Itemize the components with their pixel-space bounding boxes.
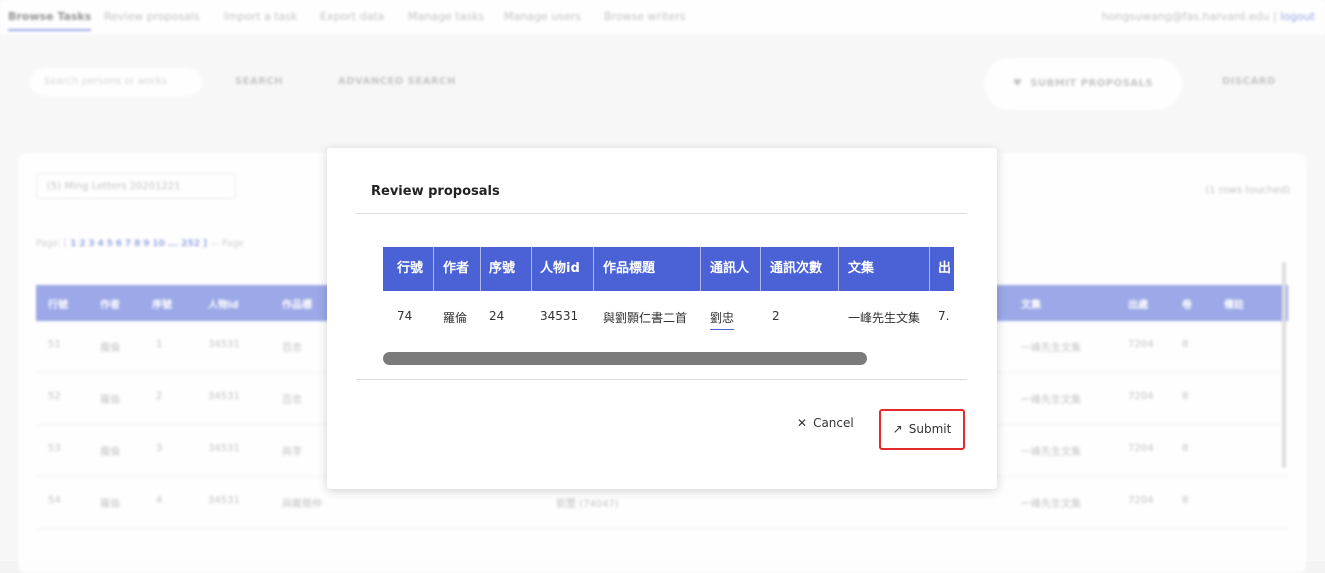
proposals-table: 行號 作者 序號 人物id 作品標題 通訊人 通訊次數 文集 出 74 羅倫 2… — [383, 247, 954, 368]
column-header: 人物id — [540, 261, 580, 276]
horizontal-scrollbar[interactable] — [383, 352, 867, 365]
cell-person-id: 34531 — [540, 309, 579, 323]
divider — [356, 213, 967, 214]
column-header: 序號 — [489, 261, 516, 276]
cell-line: 74 — [397, 309, 413, 323]
review-proposals-modal: Review proposals 行號 作者 序號 人物id 作品標題 通訊人 … — [327, 148, 997, 489]
column-header: 出 — [938, 261, 952, 276]
column-separator — [700, 247, 701, 291]
cancel-label: Cancel — [813, 416, 854, 430]
column-header: 作品標題 — [603, 261, 656, 276]
close-icon: ✕ — [797, 416, 808, 430]
cell-correspondent[interactable]: 劉忠 — [710, 309, 735, 330]
column-separator — [838, 247, 839, 291]
column-header: 通訊次數 — [770, 261, 823, 276]
submit-button[interactable]: ↗ Submit — [879, 409, 965, 450]
column-separator — [760, 247, 761, 291]
cancel-button[interactable]: ✕ Cancel — [797, 416, 854, 430]
cell-author: 羅倫 — [443, 311, 468, 325]
column-separator — [433, 247, 434, 291]
column-header: 行號 — [397, 261, 424, 276]
column-header: 作者 — [443, 261, 470, 276]
cell-title: 與劉顥仁書二首 — [603, 311, 688, 325]
column-separator — [929, 247, 930, 291]
cell-seq: 24 — [489, 309, 505, 323]
column-separator — [531, 247, 532, 291]
arrow-up-right-icon: ↗ — [892, 422, 903, 436]
submit-label: Submit — [908, 422, 952, 436]
column-separator — [480, 247, 481, 291]
cell-collection: 一峰先生文集 — [848, 311, 921, 325]
modal-title: Review proposals — [371, 184, 500, 199]
column-header: 通訊人 — [710, 261, 750, 276]
column-header: 文集 — [848, 261, 875, 276]
cell-count: 2 — [772, 309, 780, 323]
proposals-table-header: 行號 作者 序號 人物id 作品標題 通訊人 通訊次數 文集 出 — [383, 247, 954, 291]
divider — [356, 379, 967, 380]
column-separator — [593, 247, 594, 291]
cell-source: 7. — [938, 309, 950, 323]
